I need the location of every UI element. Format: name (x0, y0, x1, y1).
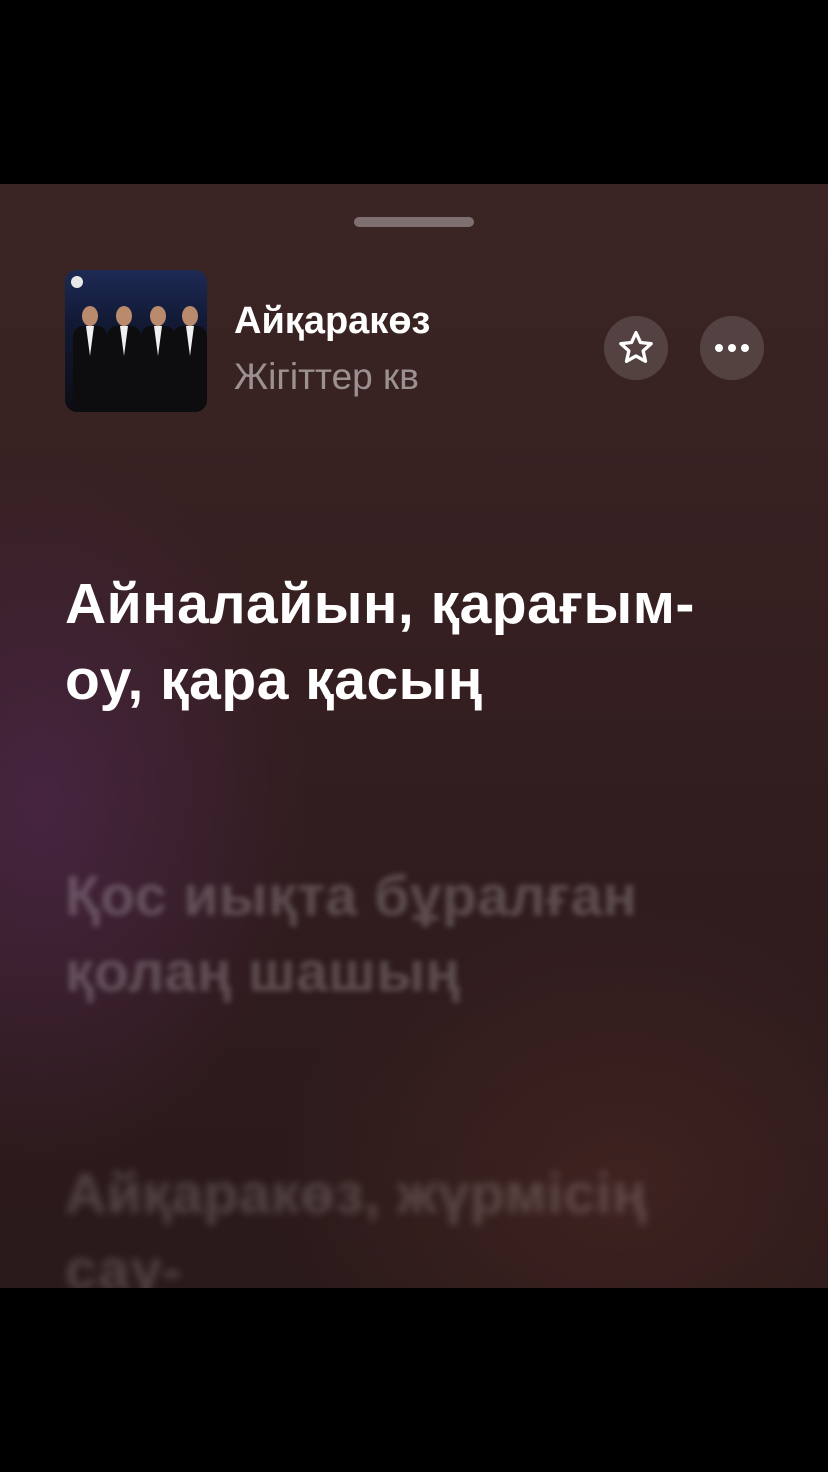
next-lyric-line[interactable]: Қос иықта бұралған қолаң шашың (65, 858, 765, 1010)
artist-name[interactable]: Жігіттер кв (234, 356, 419, 398)
artwork-figure (73, 306, 107, 412)
artwork-figure (107, 306, 141, 412)
label-logo (71, 276, 83, 288)
more-button[interactable] (700, 316, 764, 380)
upcoming-lyric-line[interactable]: Айқаракөз, жүрмісің сау- (65, 1156, 765, 1288)
star-icon (619, 331, 653, 363)
artwork-figure (173, 306, 207, 412)
favorite-button[interactable] (604, 316, 668, 380)
album-artwork[interactable] (65, 270, 207, 412)
sheet-grabber[interactable] (354, 217, 474, 227)
artwork-figure (141, 306, 175, 412)
ellipsis-icon (715, 344, 749, 352)
current-lyric-line[interactable]: Айналайын, қарағым-оу, қара қасың (65, 566, 765, 718)
song-title[interactable]: Айқаракөз (234, 300, 430, 343)
lyrics-screen: Айқаракөз Жігіттер кв Айналайын, қарағым… (0, 184, 828, 1288)
